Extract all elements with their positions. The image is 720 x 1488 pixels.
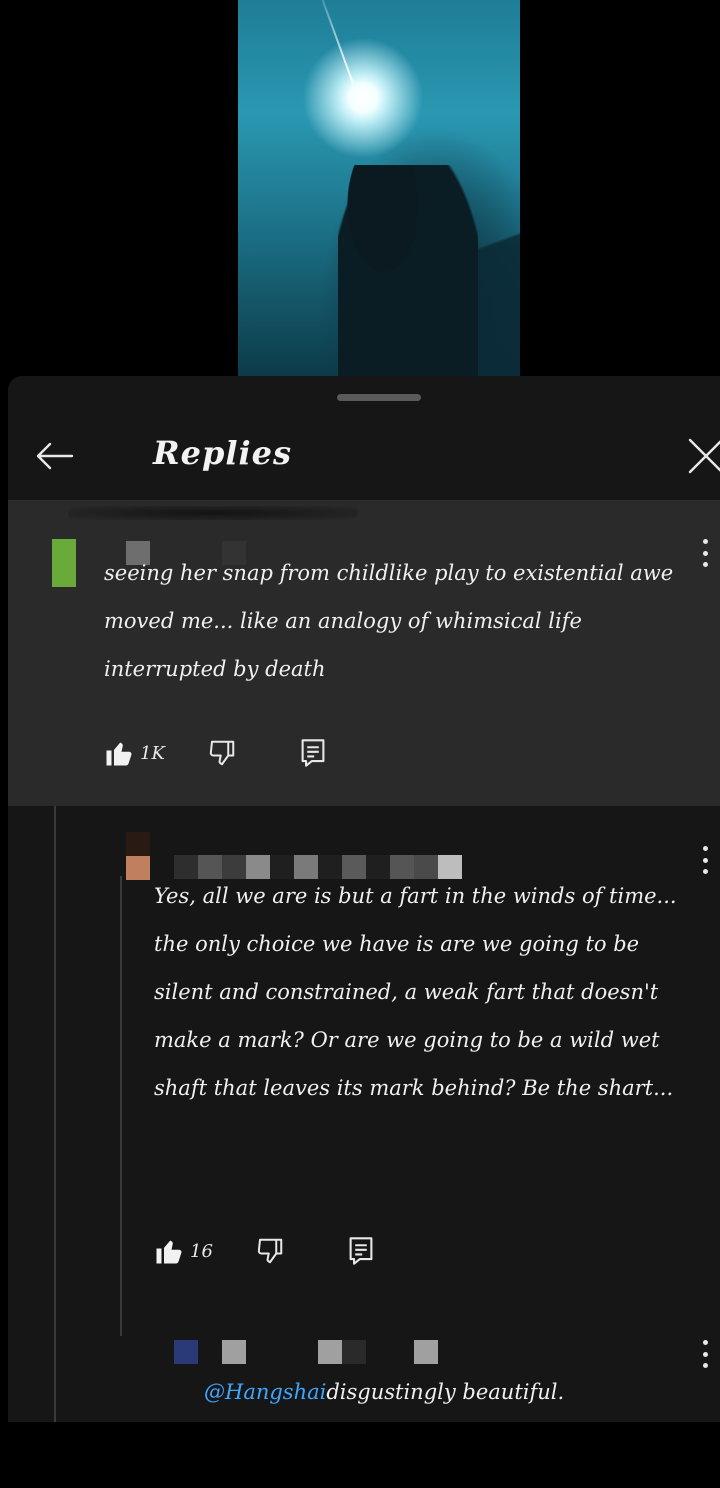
close-icon [688, 438, 720, 474]
back-button[interactable] [32, 434, 76, 478]
more-vertical-icon [702, 846, 708, 851]
reply-icon [301, 739, 325, 767]
thumbs-up-icon [106, 742, 132, 766]
thread-line [54, 806, 56, 1422]
comment-text-body: disgustingly beautiful. [326, 1380, 565, 1404]
thumbs-down-icon [257, 1238, 283, 1264]
username-redacted[interactable] [174, 1340, 438, 1364]
avatar[interactable] [174, 1340, 198, 1364]
comment-text: seeing her snap from childlike play to e… [104, 561, 674, 681]
comment-menu-button[interactable] [702, 846, 708, 874]
redaction-smudge [68, 506, 358, 520]
reply-icon [349, 1237, 373, 1265]
drag-handle[interactable] [337, 394, 421, 401]
like-count: 1K [140, 742, 165, 764]
replies-sheet: Replies seeing her snap from childlike p… [8, 376, 720, 1422]
more-vertical-icon [702, 539, 708, 544]
dislike-button[interactable] [255, 1236, 285, 1266]
more-vertical-icon [702, 1340, 708, 1345]
like-button[interactable]: 1K [104, 738, 165, 768]
comment-actions: 1K [104, 738, 327, 768]
reply-button[interactable] [299, 738, 327, 768]
comment-actions: 16 [154, 1236, 375, 1266]
page-title: Replies [153, 434, 293, 472]
close-button[interactable] [684, 434, 720, 478]
thumbs-up-icon [156, 1240, 182, 1264]
sheet-header: Replies [8, 412, 720, 501]
like-button[interactable]: 16 [154, 1236, 213, 1266]
comment-text: @Hangshaidisgustingly beautiful. [204, 1368, 704, 1416]
parent-comment: seeing her snap from childlike play to e… [8, 501, 720, 806]
like-count: 16 [190, 1240, 213, 1262]
avatar[interactable] [126, 832, 150, 880]
thumbs-down-icon [209, 740, 235, 766]
dislike-button[interactable] [207, 738, 237, 768]
avatar[interactable] [52, 539, 76, 587]
thread-line [120, 876, 122, 1336]
light-streak [318, 0, 355, 85]
video-player[interactable] [238, 0, 520, 378]
video-silhouette [338, 165, 478, 378]
user-mention-link[interactable]: @Hangshai [204, 1380, 326, 1404]
comment-text: Yes, all we are is but a fart in the win… [154, 884, 677, 1100]
arrow-left-icon [36, 442, 74, 470]
reply-button[interactable] [347, 1236, 375, 1266]
comment-menu-button[interactable] [702, 1340, 708, 1368]
